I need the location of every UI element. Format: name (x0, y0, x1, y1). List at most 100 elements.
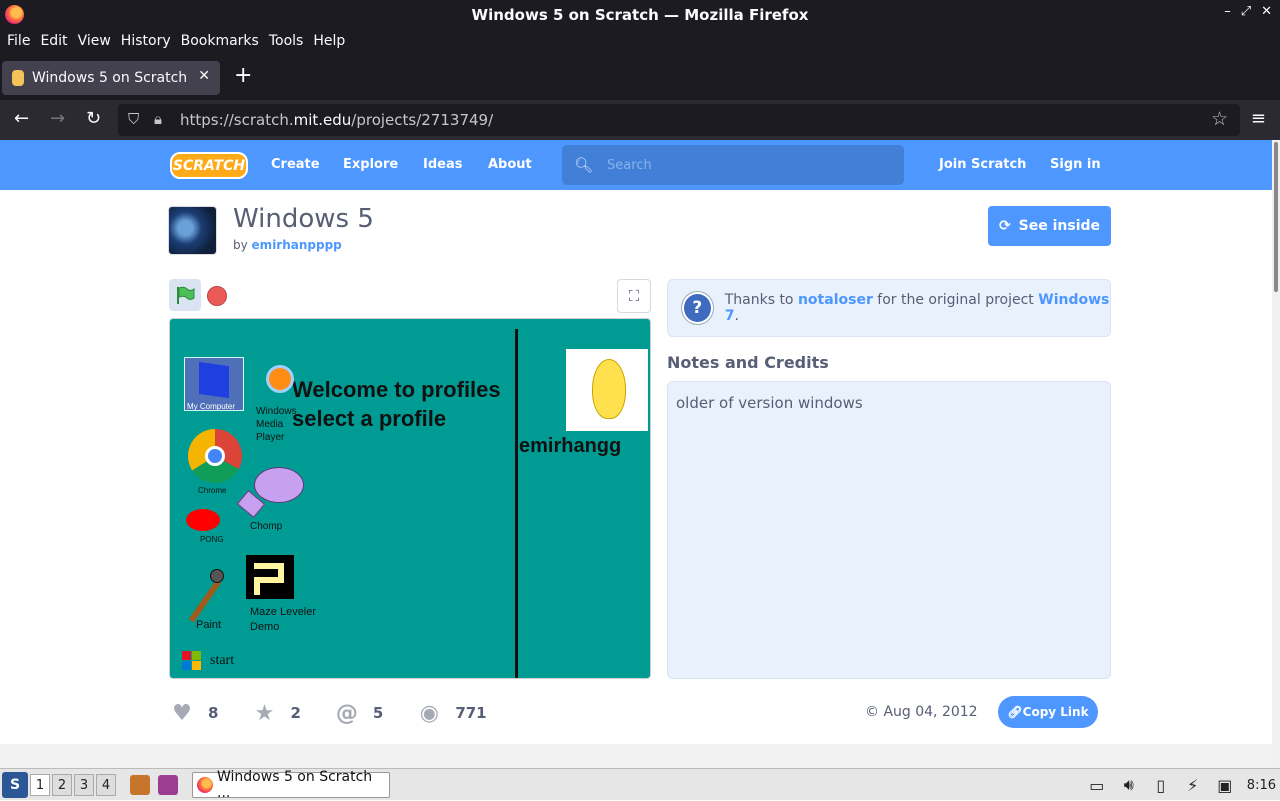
my-computer-icon[interactable]: My Computer (184, 357, 244, 411)
menu-help[interactable]: Help (308, 33, 350, 49)
play-circle-shape (266, 365, 294, 393)
project-byline: by emirhanpppp (233, 238, 342, 252)
page-scrollbar[interactable] (1272, 140, 1280, 768)
workspace-4[interactable]: 4 (96, 774, 116, 796)
chomp-label: Chomp (250, 521, 283, 532)
close-window-icon[interactable]: ✕ (1261, 4, 1272, 19)
eye-icon: ◉ (419, 700, 439, 726)
fish-body-shape (254, 467, 304, 503)
maze-path (254, 577, 260, 595)
remix-count: 5 (372, 704, 384, 722)
profile-name[interactable]: emirhangg (519, 435, 621, 458)
drive-icon[interactable]: ▭ (1087, 775, 1107, 795)
logo-pane (182, 661, 191, 670)
clock: 8:16 (1246, 777, 1276, 793)
remix-stat: @5 (335, 701, 384, 726)
notes-icon[interactable]: ▯ (1151, 775, 1171, 795)
view-count: 771 (455, 704, 487, 722)
project-title: Windows 5 (233, 204, 374, 234)
scrollbar-thumb[interactable] (1274, 142, 1278, 292)
shield-icon[interactable]: ⛉ (128, 110, 139, 128)
os-start-button[interactable]: S (2, 772, 28, 798)
love-stat[interactable]: ♥ 8 (170, 700, 218, 726)
tab-strip: Windows 5 on Scratch ✕ (0, 53, 1280, 100)
project-stage[interactable]: Welcome to profiles select a profile emi… (169, 318, 651, 679)
nav-about[interactable]: About (488, 157, 532, 172)
nav-explore[interactable]: Explore (343, 157, 398, 172)
thanks-middle: for the original project (877, 292, 1034, 308)
restore-icon[interactable]: ⤢ (1241, 4, 1251, 19)
forward-icon[interactable]: → (50, 108, 65, 130)
bookmark-star-icon[interactable]: ☆ (1211, 108, 1228, 130)
see-inside-button[interactable]: ⟳ See inside (988, 206, 1111, 246)
fullscreen-button[interactable]: ⛶ (617, 279, 651, 313)
views-stat: ◉ 771 (417, 700, 487, 726)
join-scratch-link[interactable]: Join Scratch (939, 157, 1026, 172)
logo-pane (192, 661, 201, 670)
volume-icon[interactable]: 🔊︎ (1119, 775, 1139, 795)
sign-in-link[interactable]: Sign in (1050, 157, 1101, 172)
pong-icon[interactable]: PONG (186, 509, 224, 544)
workspace-1[interactable]: 1 (30, 774, 50, 796)
player-controls: ⛶ (169, 279, 651, 313)
author-avatar[interactable] (168, 206, 217, 255)
menu-tools[interactable]: Tools (264, 33, 309, 49)
menu-history[interactable]: History (116, 33, 176, 49)
workspace-3[interactable]: 3 (74, 774, 94, 796)
menu-bookmarks[interactable]: Bookmarks (176, 33, 264, 49)
heart-icon: ♥ (172, 700, 192, 726)
menu-bar: File Edit View History Bookmarks Tools H… (0, 29, 1280, 53)
battery-icon[interactable]: ▣ (1215, 775, 1235, 795)
scratch-navbar: SCRATCH Create Explore Ideas About 🔍︎ Jo… (0, 140, 1272, 190)
new-tab-icon[interactable]: + (234, 61, 252, 91)
back-icon[interactable]: ← (14, 108, 29, 130)
taskbar-window-button[interactable]: Windows 5 on Scratch ... (192, 769, 390, 801)
stage-divider-line (515, 329, 518, 678)
duck-icon (592, 359, 626, 419)
terminal-icon[interactable] (158, 775, 178, 795)
chrome-icon[interactable]: Chrome (188, 429, 242, 495)
original-author-link[interactable]: notaloser (798, 292, 873, 308)
windows-start-icon[interactable]: start (182, 651, 234, 671)
project-date: © Aug 04, 2012 (865, 704, 978, 720)
by-label: by (233, 238, 248, 252)
search-input[interactable] (607, 157, 888, 173)
notes-credits-box: older of version windows (667, 381, 1111, 679)
star-icon: ★ (254, 700, 275, 726)
paintbrush-icon[interactable]: Paint (188, 569, 224, 631)
green-flag-button[interactable] (169, 279, 201, 311)
hamburger-menu-icon[interactable]: ≡ (1251, 108, 1266, 129)
search-box: 🔍︎ (562, 145, 904, 185)
minimize-icon[interactable]: – (1224, 4, 1231, 19)
remix-arrows-icon: ⟳ (998, 218, 1011, 234)
maze-icon[interactable]: Maze Leveler Demo (246, 555, 316, 633)
media-player-label: Windows Media Player (256, 406, 297, 443)
copyright-icon: © (865, 704, 884, 720)
nav-ideas[interactable]: Ideas (423, 157, 462, 172)
menu-edit[interactable]: Edit (35, 33, 72, 49)
close-tab-icon[interactable]: ✕ (198, 68, 210, 84)
file-manager-icon[interactable] (130, 775, 150, 795)
favorite-stat[interactable]: ★ 2 (252, 700, 301, 726)
tab-active[interactable]: Windows 5 on Scratch ✕ (2, 61, 220, 95)
lock-icon[interactable]: 🔒︎ (154, 110, 162, 128)
nav-create[interactable]: Create (271, 157, 320, 172)
see-inside-label: See inside (1018, 218, 1101, 234)
reload-icon[interactable]: ↻ (86, 108, 101, 130)
menu-view[interactable]: View (73, 33, 116, 49)
window-title: Windows 5 on Scratch — Mozilla Firefox (471, 5, 809, 24)
network-icon[interactable]: ⚡︎ (1183, 775, 1203, 795)
workspace-2[interactable]: 2 (52, 774, 72, 796)
os-taskbar: S 1 2 3 4 Windows 5 on Scratch ... ▭ 🔊︎ … (0, 768, 1280, 801)
scratch-logo[interactable]: SCRATCH (170, 152, 248, 179)
copy-link-button[interactable]: 🔗︎ Copy Link (998, 696, 1098, 728)
chrome-label: Chrome (198, 486, 227, 495)
author-link[interactable]: emirhanpppp (252, 238, 342, 252)
url-bar[interactable]: ⛉ 🔒︎ https://scratch. mit.edu/projects/27… (118, 104, 1240, 136)
fish-icon[interactable]: Chomp (236, 459, 308, 532)
search-icon: 🔍︎ (574, 156, 594, 174)
firefox-taskbar-icon (197, 777, 213, 793)
menu-file[interactable]: File (2, 33, 35, 49)
media-player-icon[interactable]: Windows Media Player (256, 359, 298, 443)
stop-button[interactable] (207, 286, 227, 306)
